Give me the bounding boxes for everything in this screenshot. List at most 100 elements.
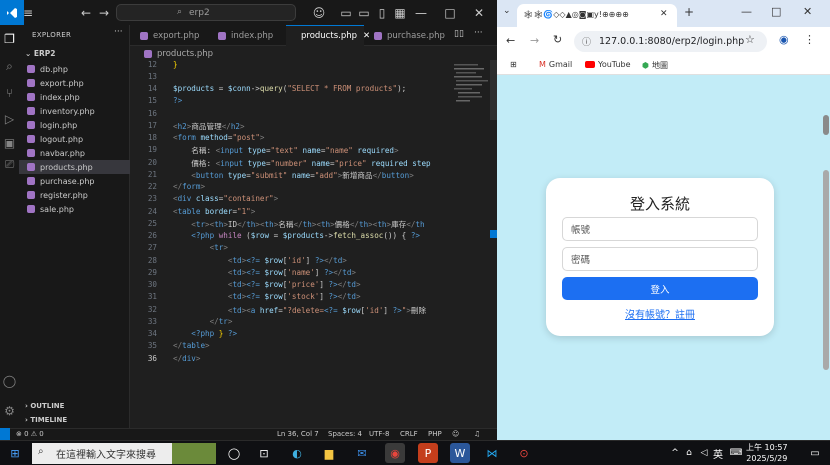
apps-icon[interactable]: ⊞: [510, 60, 517, 69]
search-icon[interactable]: ⌕: [2, 59, 17, 74]
maximize-icon[interactable]: □: [436, 0, 464, 25]
username-field[interactable]: 帳號: [562, 217, 758, 241]
clock[interactable]: 上午 10:57 2025/5/29: [746, 442, 788, 464]
line-number: 19: [147, 145, 157, 154]
maximize-icon[interactable]: □: [771, 5, 781, 18]
menu-icon[interactable]: ≡: [14, 0, 42, 25]
command-center-search[interactable]: ⌕ erp2: [116, 4, 296, 21]
profile-avatar-icon[interactable]: ◉: [779, 33, 789, 46]
edge-icon[interactable]: ◐: [287, 443, 307, 463]
powerpoint-icon[interactable]: P: [418, 443, 438, 463]
breadcrumb[interactable]: products.php: [130, 47, 497, 60]
line-ending[interactable]: CRLF: [400, 430, 418, 438]
bookmark-youtube[interactable]: YouTube: [585, 60, 631, 69]
run-debug-icon[interactable]: ▷: [2, 111, 17, 126]
code-editor[interactable]: 12 13 14 15 16 17 18 19 20 21 22 23 24 2…: [130, 60, 452, 428]
php-file-icon: [218, 31, 226, 40]
forward-arrow-icon[interactable]: →: [530, 34, 539, 47]
tab-index[interactable]: index.php: [208, 25, 286, 46]
close-icon[interactable]: ✕: [465, 0, 493, 25]
file-item[interactable]: inventory.php: [19, 104, 130, 118]
extensions-icon[interactable]: ▣: [2, 135, 17, 150]
widgets-icon[interactable]: ⊡: [254, 443, 274, 463]
new-tab-icon[interactable]: +: [684, 5, 694, 19]
folder-erp2[interactable]: ⌄ ERP2: [25, 49, 56, 58]
forward-arrow-icon[interactable]: →: [90, 0, 118, 25]
more-actions-icon[interactable]: ···: [114, 27, 123, 37]
task-view-icon[interactable]: ◯: [224, 443, 244, 463]
tab-purchase[interactable]: purchase.php: [364, 25, 448, 46]
start-button-icon[interactable]: ⊞: [5, 443, 25, 463]
input-language[interactable]: 英: [708, 443, 728, 463]
split-editor-icon[interactable]: ▯▯: [454, 29, 464, 39]
copilot-icon[interactable]: ☺: [305, 0, 333, 25]
gear-icon[interactable]: ⚙: [2, 403, 17, 418]
file-item[interactable]: logout.php: [19, 132, 130, 146]
file-item-selected[interactable]: products.php: [19, 160, 130, 174]
mail-icon[interactable]: ✉: [352, 443, 372, 463]
timeline-section[interactable]: › TIMELINE: [25, 416, 67, 424]
bookmarks-bar: ⊞ M Gmail YouTube ⬢ 地圖: [497, 56, 830, 75]
file-item[interactable]: purchase.php: [19, 174, 130, 188]
bookmark-maps[interactable]: ⬢ 地圖: [642, 60, 668, 71]
tab-export[interactable]: export.php: [130, 25, 208, 46]
php-file-icon: [27, 205, 35, 213]
code-line: 名稱: <input type="text" name="name" requi…: [173, 146, 399, 155]
register-link[interactable]: 沒有帳號？註冊: [546, 306, 774, 321]
bookmark-gmail[interactable]: M Gmail: [539, 60, 572, 69]
code-line: <?php while ($row = $products->fetch_ass…: [191, 231, 420, 240]
app-icon[interactable]: ⊙: [514, 443, 534, 463]
taskbar-search[interactable]: ⌕ 在這裡輸入文字來搜尋: [32, 443, 216, 464]
search-placeholder: 在這裡輸入文字來搜尋: [56, 450, 156, 461]
file-item[interactable]: export.php: [19, 76, 130, 90]
minimap[interactable]: [452, 60, 490, 110]
notifications-icon[interactable]: ♫: [474, 430, 480, 438]
notification-icon[interactable]: ▭: [805, 443, 825, 463]
bookmark-star-icon[interactable]: ☆: [745, 33, 755, 46]
line-number: 33: [147, 317, 157, 326]
reload-icon[interactable]: ↻: [553, 33, 562, 46]
browser-menu-icon[interactable]: ⋮: [804, 33, 815, 46]
cursor-position[interactable]: Ln 36, Col 7: [277, 430, 319, 438]
minimize-icon[interactable]: —: [741, 5, 752, 18]
file-item[interactable]: register.php: [19, 188, 130, 202]
file-item[interactable]: sale.php: [19, 202, 130, 216]
back-arrow-icon[interactable]: ←: [506, 34, 515, 47]
close-icon[interactable]: ✕: [803, 5, 812, 18]
account-icon[interactable]: ◯: [2, 373, 17, 388]
language-mode[interactable]: PHP: [428, 430, 442, 438]
code-line: </form>: [173, 182, 206, 191]
address-bar[interactable]: ⓘ 127.0.0.1:8080/erp2/login.php: [574, 31, 767, 52]
vscode-taskbar-icon[interactable]: ⋈: [482, 443, 502, 463]
explorer-icon[interactable]: ❐: [2, 31, 17, 46]
login-button[interactable]: 登入: [562, 277, 758, 300]
tab-search-icon[interactable]: ⌄: [503, 6, 517, 20]
copilot-status-icon[interactable]: ☺: [452, 430, 459, 438]
indentation[interactable]: Spaces: 4: [328, 430, 362, 438]
source-control-icon[interactable]: ⑂: [2, 85, 17, 100]
file-item[interactable]: index.php: [19, 90, 130, 104]
close-tab-icon[interactable]: ✕: [660, 9, 668, 19]
file-item[interactable]: login.php: [19, 118, 130, 132]
browser-scrollbar[interactable]: [823, 75, 830, 440]
password-field[interactable]: 密碼: [562, 247, 758, 271]
file-explorer-icon[interactable]: ▆: [319, 443, 339, 463]
problems-indicator[interactable]: ⊗ 0 ⚠ 0: [16, 430, 44, 438]
site-info-icon[interactable]: ⓘ: [582, 35, 591, 48]
outline-section[interactable]: › OUTLINE: [25, 402, 64, 410]
tab-products[interactable]: products.php ✕: [286, 25, 370, 46]
editor-scrollbar[interactable]: [490, 60, 497, 428]
file-item[interactable]: db.php: [19, 62, 130, 76]
browser-tab[interactable]: 🕸🕸🌀◇◇▲◎◙▣y!⊕⊕⊕⊕ ✕: [517, 4, 677, 27]
remote-indicator-icon[interactable]: [0, 428, 10, 440]
remote-explorer-icon[interactable]: ⎚: [2, 157, 17, 172]
keyboard-icon[interactable]: ⌨: [726, 443, 746, 463]
more-actions-icon[interactable]: ···: [474, 28, 483, 38]
chrome-icon[interactable]: ◉: [385, 443, 405, 463]
minimize-icon[interactable]: —: [407, 0, 435, 25]
encoding[interactable]: UTF-8: [369, 430, 389, 438]
php-file-icon: [27, 135, 35, 143]
file-item[interactable]: navbar.php: [19, 146, 130, 160]
word-icon[interactable]: W: [450, 443, 470, 463]
line-number: 21: [147, 170, 157, 179]
